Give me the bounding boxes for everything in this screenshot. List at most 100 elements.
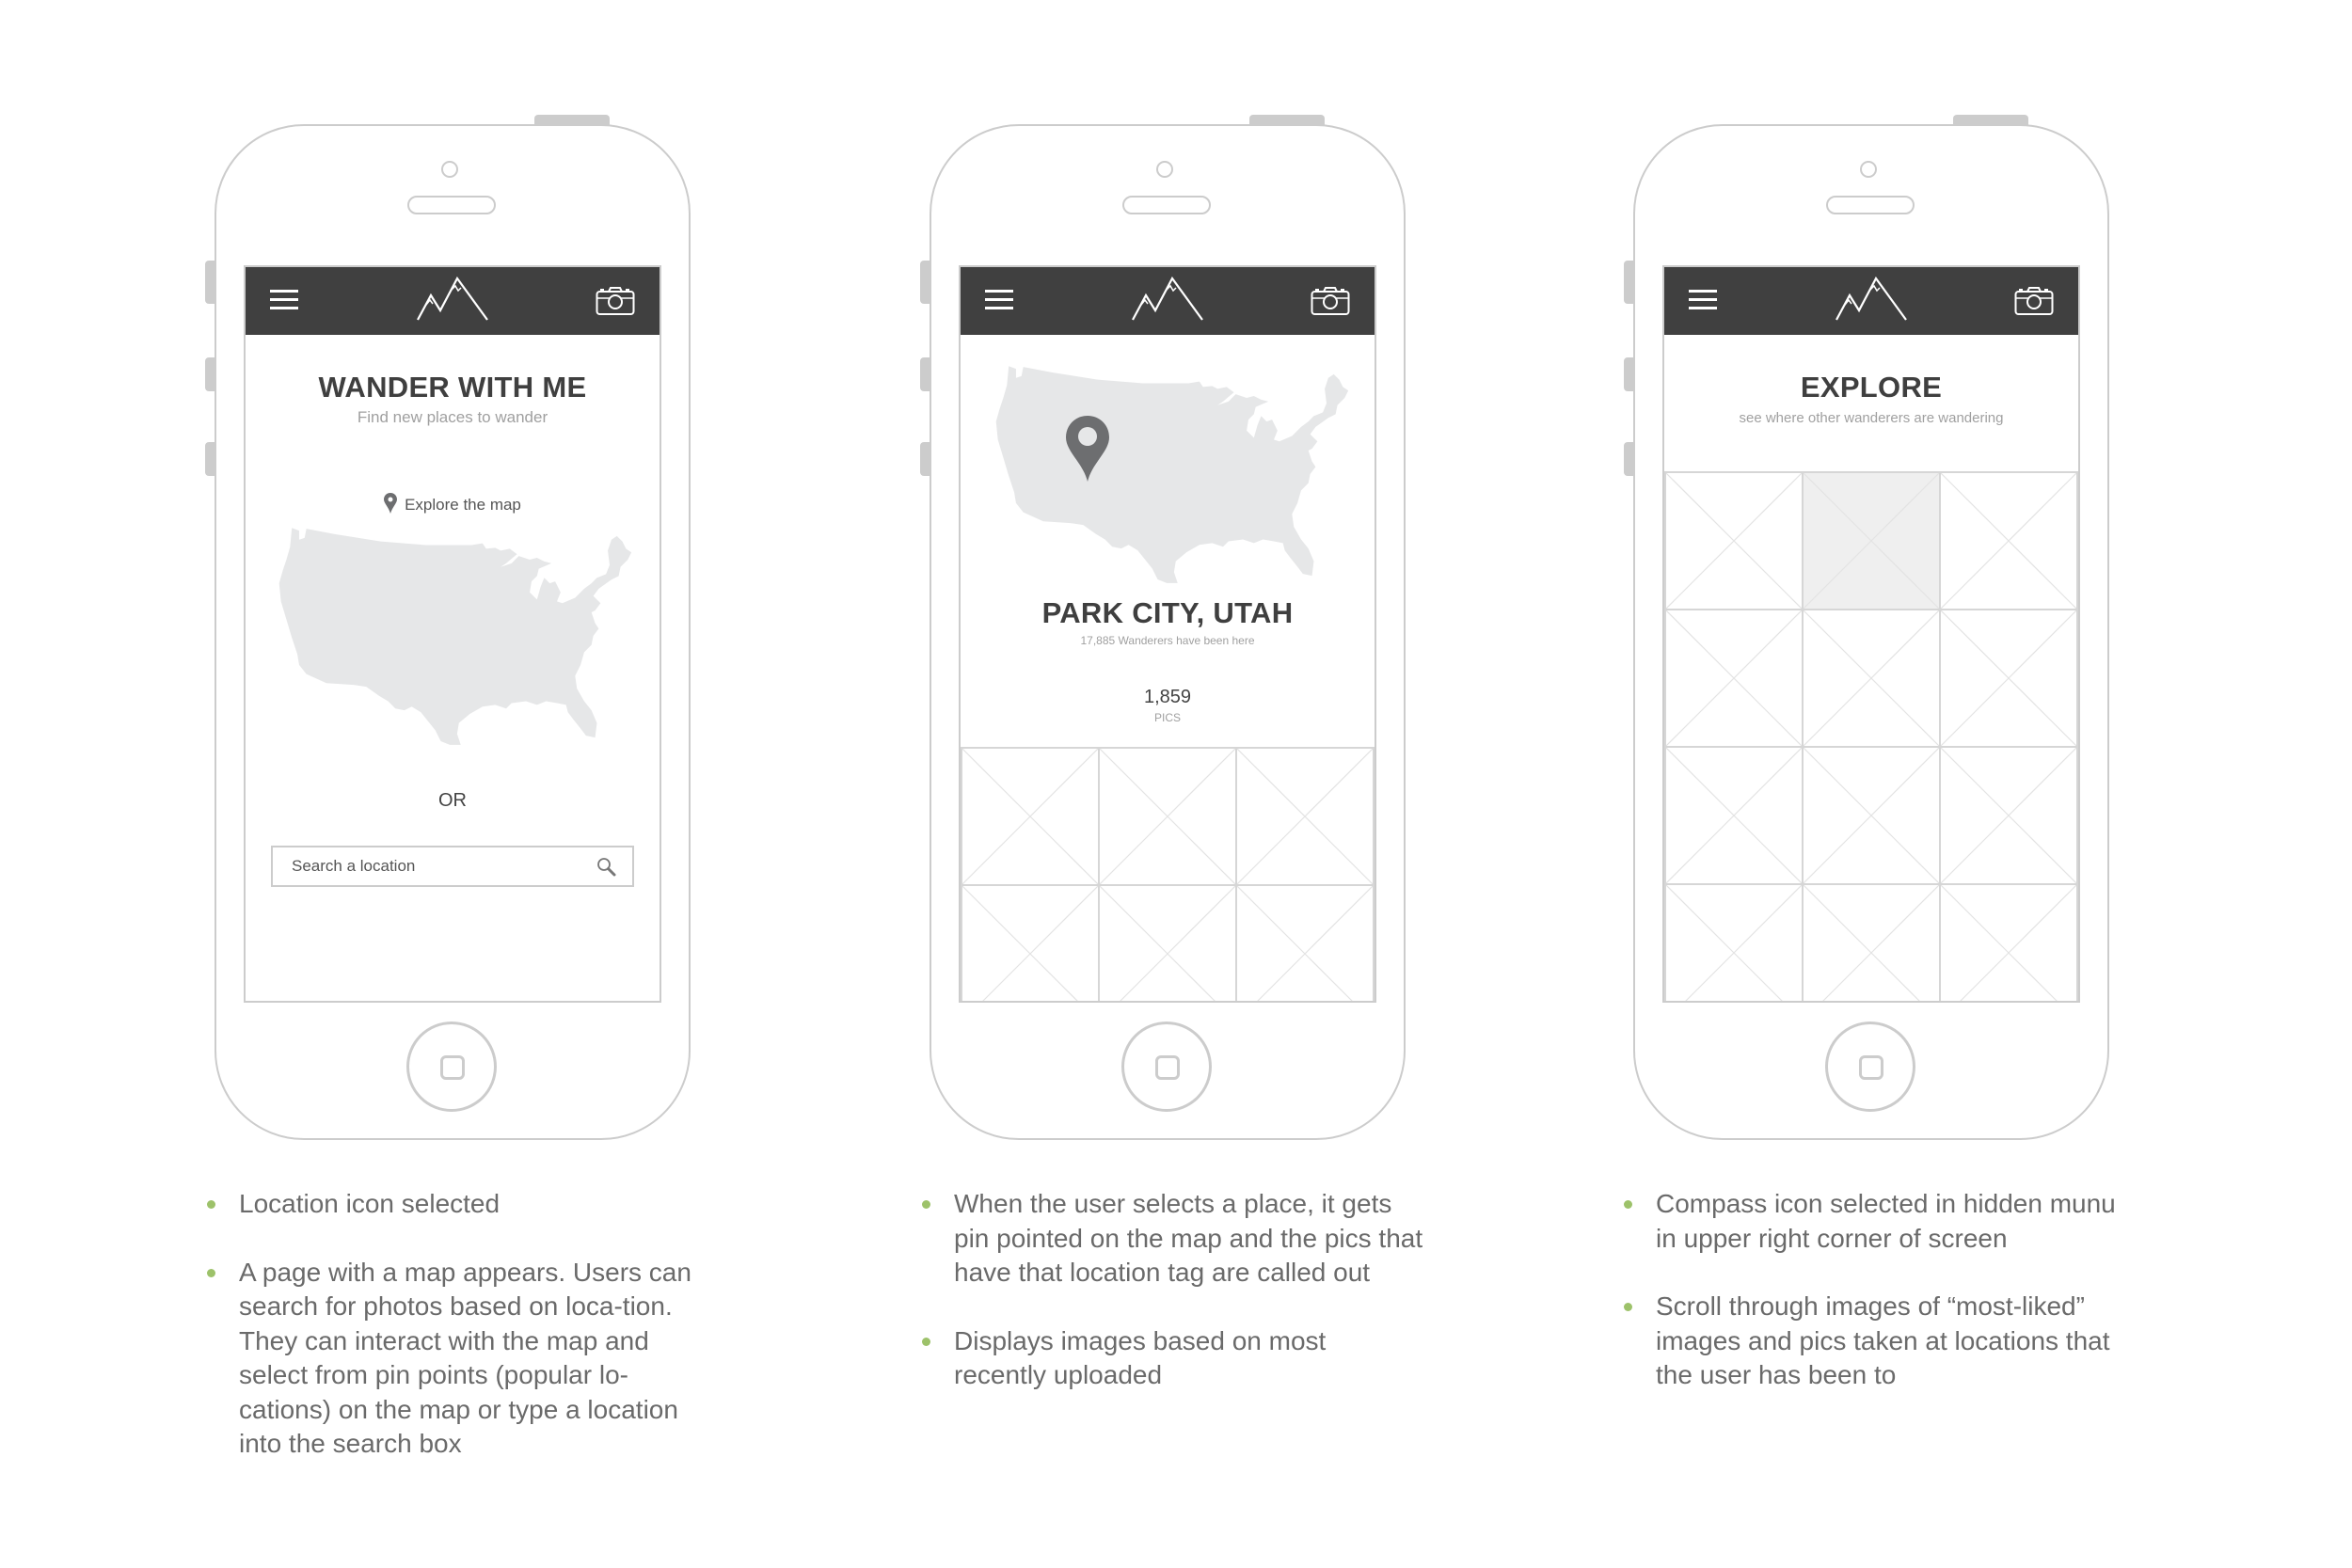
image-placeholder-x-icon xyxy=(1804,885,1939,1003)
or-divider-label: OR xyxy=(438,790,467,811)
pics-count: 1,859 xyxy=(1143,687,1192,707)
image-placeholder-cell[interactable] xyxy=(1098,884,1237,1003)
camera-icon[interactable] xyxy=(1311,286,1350,316)
image-placeholder-x-icon xyxy=(1666,610,1802,746)
search-icon[interactable] xyxy=(596,857,617,878)
explore-map-link[interactable]: Explore the map xyxy=(246,493,660,515)
image-placeholder-cell[interactable] xyxy=(1664,471,1804,610)
image-placeholder-x-icon xyxy=(962,886,1098,1003)
image-placeholder-x-icon xyxy=(1666,885,1802,1003)
image-placeholder-cell[interactable] xyxy=(1939,746,2078,885)
mute-switch xyxy=(920,261,930,304)
image-placeholder-cell[interactable] xyxy=(1235,747,1375,886)
camera-icon[interactable] xyxy=(2014,286,2054,316)
note-item: Compass icon selected in hidden munu in … xyxy=(1618,1187,2136,1256)
mountain-logo-icon xyxy=(416,277,489,322)
image-placeholder-cell[interactable] xyxy=(1664,746,1804,885)
image-placeholder-cell[interactable] xyxy=(1939,609,2078,748)
mountain-logo-icon xyxy=(1835,277,1908,322)
map-pin-icon xyxy=(384,493,398,514)
hamburger-menu-icon[interactable] xyxy=(985,290,1013,310)
image-placeholder-cell[interactable] xyxy=(1939,883,2078,1003)
image-placeholder-x-icon xyxy=(1100,886,1235,1003)
image-placeholder-x-icon xyxy=(1804,748,1939,883)
front-camera xyxy=(1156,161,1173,178)
notes-explore: Compass icon selected in hidden munu in … xyxy=(1618,1187,2126,1427)
page-subtitle: Find new places to wander xyxy=(357,408,548,426)
volume-down-button xyxy=(205,442,215,476)
note-item: A page with a map appears. Users can sea… xyxy=(201,1256,719,1462)
mountain-logo-icon xyxy=(1131,277,1204,322)
camera-icon[interactable] xyxy=(596,286,635,316)
volume-up-button xyxy=(205,357,215,391)
explore-map-label: Explore the map xyxy=(405,496,521,514)
bullet-dot xyxy=(207,1200,215,1209)
note-item: Scroll through images of “most-liked” im… xyxy=(1618,1290,2145,1393)
image-placeholder-cell[interactable] xyxy=(1939,471,2078,610)
image-placeholder-x-icon xyxy=(1941,885,2076,1003)
volume-up-button xyxy=(920,357,930,391)
image-placeholder-x-icon xyxy=(1100,749,1235,884)
app-header xyxy=(961,267,1375,335)
selected-location-pin-icon[interactable] xyxy=(1066,416,1109,482)
image-placeholder-x-icon xyxy=(1237,749,1373,884)
phone-mockup-explore: EXPLORE see where other wanderers are wa… xyxy=(1624,115,2109,1140)
search-input[interactable] xyxy=(292,847,583,885)
pics-label: PICS xyxy=(1153,711,1181,724)
image-placeholder-x-icon xyxy=(1666,473,1802,609)
bullet-dot xyxy=(922,1337,930,1346)
image-placeholder-cell[interactable] xyxy=(1664,883,1804,1003)
bullet-dot xyxy=(1624,1200,1632,1209)
image-placeholder-x-icon xyxy=(1666,748,1802,883)
volume-up-button xyxy=(1624,357,1633,391)
app-header xyxy=(1664,267,2078,335)
image-placeholder-cell[interactable] xyxy=(1802,471,1941,610)
image-placeholder-cell[interactable] xyxy=(961,884,1100,1003)
search-location-field[interactable] xyxy=(271,846,634,887)
page-title: WANDER WITH ME xyxy=(318,371,587,404)
image-placeholder-cell[interactable] xyxy=(1802,746,1941,885)
earpiece-speaker xyxy=(1826,196,1915,214)
location-title: PARK CITY, UTAH xyxy=(1041,596,1294,629)
image-placeholder-x-icon xyxy=(962,749,1098,884)
volume-down-button xyxy=(1624,442,1633,476)
image-placeholder-x-icon xyxy=(1941,473,2076,609)
note-item: Displays images based on most recently u… xyxy=(916,1324,1368,1393)
notes-home: Location icon selected A page with a map… xyxy=(201,1187,709,1496)
image-placeholder-cell[interactable] xyxy=(1802,609,1941,748)
notes-location: When the user selects a place, it gets p… xyxy=(916,1187,1424,1427)
note-item: Location icon selected xyxy=(201,1187,709,1222)
image-placeholder-cell[interactable] xyxy=(1235,884,1375,1003)
home-button xyxy=(1825,1022,1915,1112)
home-screen: WANDER WITH ME Find new places to wander… xyxy=(244,265,661,1003)
bullet-dot xyxy=(1624,1303,1632,1311)
image-placeholder-x-icon xyxy=(1237,886,1373,1003)
page-title: EXPLORE xyxy=(1800,371,1943,404)
note-item: When the user selects a place, it gets p… xyxy=(916,1187,1424,1291)
us-map[interactable] xyxy=(272,523,635,751)
mute-switch xyxy=(1624,261,1633,304)
hamburger-menu-icon[interactable] xyxy=(270,290,298,310)
earpiece-speaker xyxy=(407,196,496,214)
phone-mockup-home: WANDER WITH ME Find new places to wander… xyxy=(205,115,691,1140)
home-button xyxy=(406,1022,497,1112)
home-button xyxy=(1121,1022,1212,1112)
explore-screen: EXPLORE see where other wanderers are wa… xyxy=(1662,265,2080,1003)
image-placeholder-cell[interactable] xyxy=(1664,609,1804,748)
image-placeholder-cell[interactable] xyxy=(1098,747,1237,886)
image-placeholder-x-icon xyxy=(1941,610,2076,746)
mute-switch xyxy=(205,261,215,304)
front-camera xyxy=(1860,161,1877,178)
us-map[interactable] xyxy=(989,361,1352,589)
bullet-dot xyxy=(207,1268,215,1277)
image-placeholder-cell[interactable] xyxy=(961,747,1100,886)
hamburger-menu-icon[interactable] xyxy=(1689,290,1717,310)
bullet-dot xyxy=(922,1200,930,1209)
earpiece-speaker xyxy=(1122,196,1211,214)
image-placeholder-x-icon xyxy=(1941,748,2076,883)
app-header xyxy=(246,267,660,335)
photo-grid xyxy=(1664,471,2078,1003)
image-placeholder-cell[interactable] xyxy=(1802,883,1941,1003)
image-placeholder-x-icon xyxy=(1804,473,1939,609)
wanderer-count: 17,885 Wanderers have been here xyxy=(1080,634,1255,647)
